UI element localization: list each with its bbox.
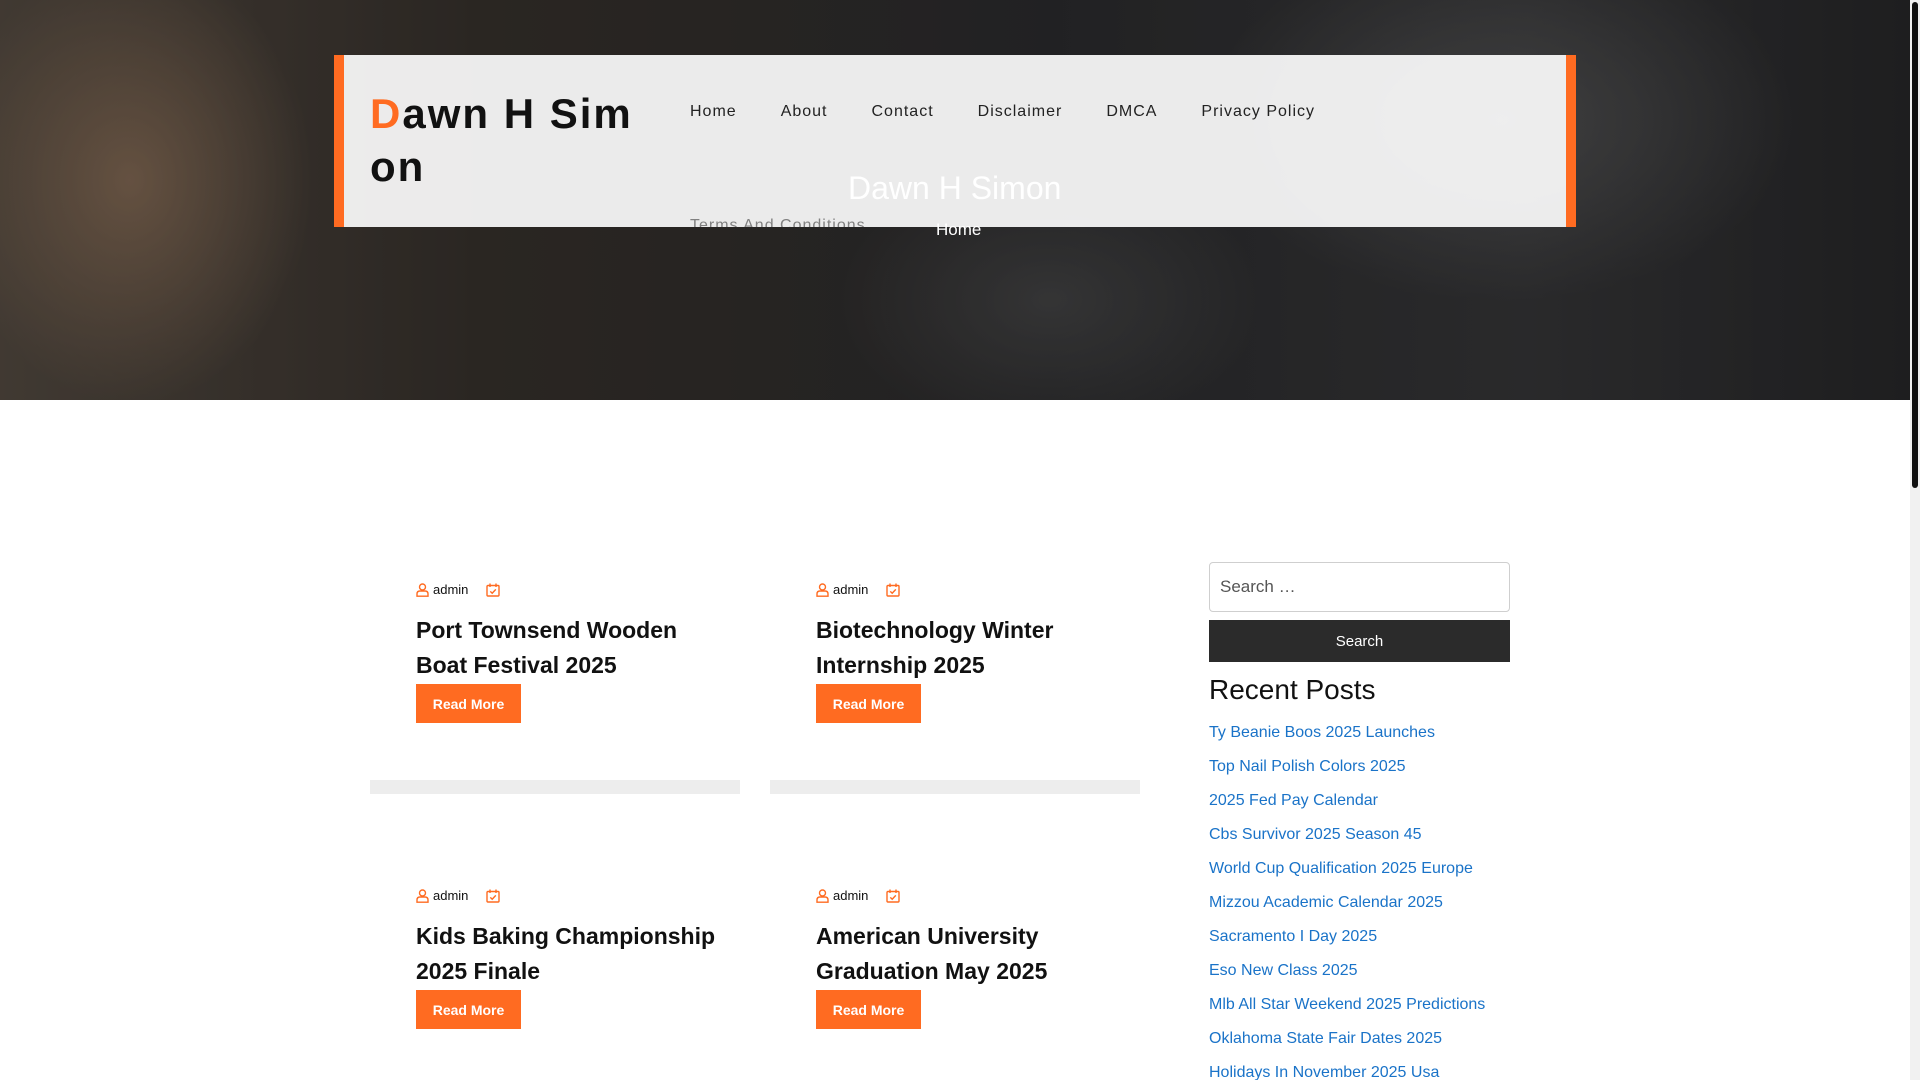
recent-post-link[interactable]: Eso New Class 2025 [1209, 962, 1358, 979]
post-meta: admin [416, 888, 501, 903]
nav-item-terms[interactable]: Terms And Conditions [690, 217, 866, 235]
recent-post-link[interactable]: Holidays In November 2025 Usa [1209, 1064, 1439, 1080]
read-more-button[interactable]: Read More [816, 990, 921, 1029]
nav-item-home[interactable]: Home [690, 103, 737, 121]
post-title[interactable]: Kids Baking Championship 2025 Finale [416, 919, 716, 989]
post-card: admin Kids Baking Championship 2025 Fina… [370, 868, 740, 1080]
list-item: Top Nail Polish Colors 2025 [1209, 750, 1510, 784]
calendar-check-icon [886, 583, 901, 597]
read-more-button[interactable]: Read More [416, 684, 521, 723]
nav-item-disclaimer[interactable]: Disclaimer [978, 103, 1063, 121]
list-item: Oklahoma State Fair Dates 2025 [1209, 1022, 1510, 1056]
post-title[interactable]: Port Townsend Wooden Boat Festival 2025 [416, 613, 716, 683]
card-divider [370, 780, 740, 794]
logo-accent-letter: D [370, 90, 403, 137]
read-more-button[interactable]: Read More [416, 990, 521, 1029]
nav-item-dmca[interactable]: DMCA [1106, 103, 1157, 121]
list-item: Ty Beanie Boos 2025 Launches [1209, 716, 1510, 750]
recent-post-link[interactable]: Top Nail Polish Colors 2025 [1209, 758, 1406, 775]
post-author[interactable]: admin [833, 888, 868, 903]
user-icon [816, 582, 829, 597]
calendar-check-icon [486, 583, 501, 597]
hero-title: Dawn H Simon [848, 170, 1062, 206]
post-title[interactable]: Biotechnology Winter Internship 2025 [816, 613, 1116, 683]
post-meta: admin [816, 888, 901, 903]
user-icon [416, 582, 429, 597]
card-divider [770, 780, 1140, 794]
list-item: 2025 Fed Pay Calendar [1209, 784, 1510, 818]
post-meta: admin [816, 582, 901, 597]
user-icon [416, 888, 429, 903]
site-logo[interactable]: Dawn H Simon [370, 87, 640, 193]
sidebar: Search Recent Posts Ty Beanie Boos 2025 … [1209, 562, 1510, 1080]
read-more-button[interactable]: Read More [816, 684, 921, 723]
post-card: admin Port Townsend Wooden Boat Festival… [370, 562, 740, 794]
list-item: Mizzou Academic Calendar 2025 [1209, 886, 1510, 920]
post-card: admin Biotechnology Winter Internship 20… [770, 562, 1140, 794]
post-author[interactable]: admin [433, 582, 468, 597]
recent-post-link[interactable]: Ty Beanie Boos 2025 Launches [1209, 724, 1435, 741]
nav-item-contact[interactable]: Contact [872, 103, 934, 121]
list-item: Eso New Class 2025 [1209, 954, 1510, 988]
breadcrumb-home[interactable]: Home [936, 220, 981, 240]
list-item: World Cup Qualification 2025 Europe [1209, 852, 1510, 886]
post-card: admin American University Graduation May… [770, 868, 1140, 1080]
recent-post-link[interactable]: Mlb All Star Weekend 2025 Predictions [1209, 996, 1485, 1013]
list-item: Holidays In November 2025 Usa [1209, 1056, 1510, 1080]
recent-post-link[interactable]: Cbs Survivor 2025 Season 45 [1209, 826, 1422, 843]
page-scrollbar[interactable] [1910, 0, 1920, 1080]
calendar-check-icon [486, 889, 501, 903]
search-button[interactable]: Search [1209, 620, 1510, 662]
recent-post-link[interactable]: World Cup Qualification 2025 Europe [1209, 860, 1473, 877]
list-item: Cbs Survivor 2025 Season 45 [1209, 818, 1510, 852]
post-author[interactable]: admin [433, 888, 468, 903]
logo-text: awn H Simon [370, 90, 633, 190]
post-title[interactable]: American University Graduation May 2025 [816, 919, 1116, 989]
post-meta: admin [416, 582, 501, 597]
scrollbar-thumb[interactable] [1912, 2, 1918, 488]
post-author[interactable]: admin [833, 582, 868, 597]
nav-item-about[interactable]: About [781, 103, 828, 121]
user-icon [816, 888, 829, 903]
recent-post-link[interactable]: 2025 Fed Pay Calendar [1209, 792, 1378, 809]
recent-post-link[interactable]: Mizzou Academic Calendar 2025 [1209, 894, 1443, 911]
recent-posts-heading: Recent Posts [1209, 674, 1376, 705]
list-item: Sacramento I Day 2025 [1209, 920, 1510, 954]
calendar-check-icon [886, 889, 901, 903]
list-item: Mlb All Star Weekend 2025 Predictions [1209, 988, 1510, 1022]
recent-posts-list: Ty Beanie Boos 2025 Launches Top Nail Po… [1209, 716, 1510, 1080]
recent-post-link[interactable]: Oklahoma State Fair Dates 2025 [1209, 1030, 1442, 1047]
main-nav: Home About Contact Disclaimer DMCA Priva… [690, 103, 1410, 235]
nav-item-privacy-policy[interactable]: Privacy Policy [1201, 103, 1315, 121]
search-input[interactable] [1209, 562, 1510, 612]
recent-post-link[interactable]: Sacramento I Day 2025 [1209, 928, 1377, 945]
